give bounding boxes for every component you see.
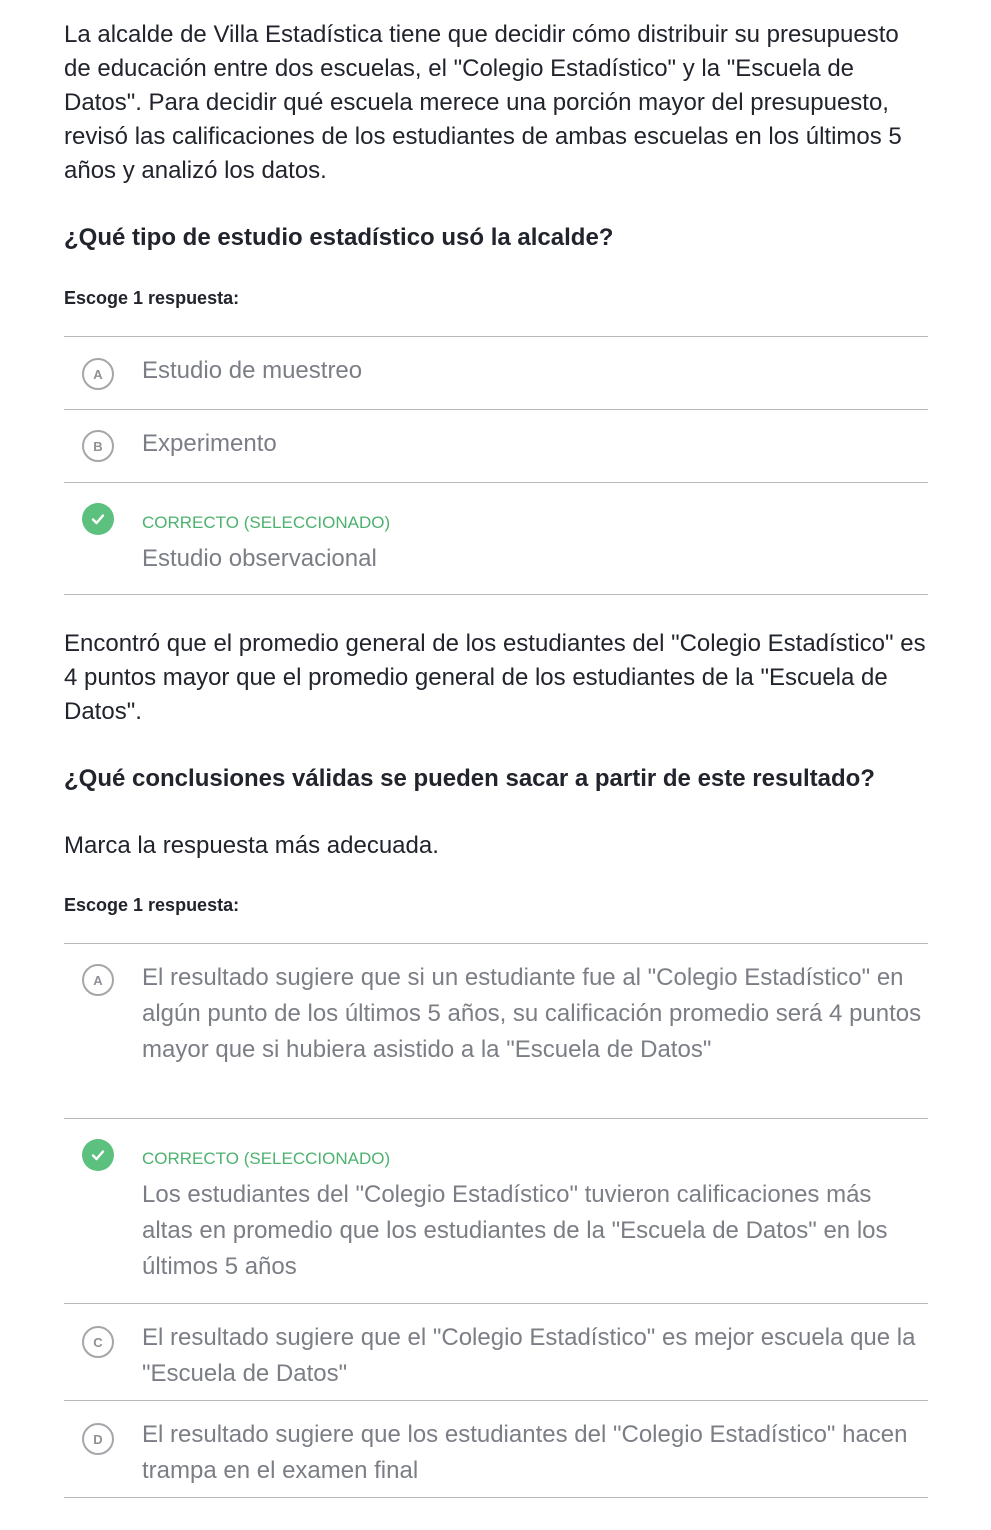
choice-letter-b-icon: B xyxy=(82,430,114,462)
q2-choice-d[interactable]: D El resultado sugiere que los estudiant… xyxy=(64,1401,928,1498)
q1-choice-b-text: Experimento xyxy=(142,430,277,457)
q2-choice-c[interactable]: C El resultado sugiere que el "Colegio E… xyxy=(64,1304,928,1401)
check-icon xyxy=(82,503,114,535)
choice-letter-a-icon: A xyxy=(82,358,114,390)
check-icon xyxy=(82,1139,114,1171)
result-paragraph: Encontró que el promedio general de los … xyxy=(64,630,926,725)
question-1-prompt: Escoge 1 respuesta: xyxy=(64,288,240,308)
exercise-content: La alcalde de Villa Estadística tiene qu… xyxy=(64,18,928,1498)
q2-choice-d-text: El resultado sugiere que los estudiantes… xyxy=(142,1421,908,1484)
q2-choice-a[interactable]: A El resultado sugiere que si un estudia… xyxy=(64,944,928,1119)
q1-choice-a[interactable]: A Estudio de muestreo xyxy=(64,337,928,410)
intro-paragraph: La alcalde de Villa Estadística tiene qu… xyxy=(64,21,902,184)
question-1-title: ¿Qué tipo de estudio estadístico usó la … xyxy=(64,224,614,251)
question-2-title: ¿Qué conclusiones válidas se pueden saca… xyxy=(64,765,875,792)
q2-choice-c-text: El resultado sugiere que el "Colegio Est… xyxy=(142,1324,916,1387)
question-2-instruction: Marca la respuesta más adecuada. xyxy=(64,832,439,859)
q1-choice-c[interactable]: CORRECTO (SELECCIONADO) Estudio observac… xyxy=(64,483,928,595)
q1-choice-a-text: Estudio de muestreo xyxy=(142,357,363,384)
question-2-choices: A El resultado sugiere que si un estudia… xyxy=(64,943,928,1498)
q1-correct-status: CORRECTO (SELECCIONADO) xyxy=(142,513,391,532)
question-1-choices: A Estudio de muestreo B Experimento CORR… xyxy=(64,336,928,595)
q1-choice-c-text: Estudio observacional xyxy=(142,545,377,572)
q2-correct-status: CORRECTO (SELECCIONADO) xyxy=(142,1149,391,1168)
choice-letter-d-icon: D xyxy=(82,1423,114,1455)
choice-letter-a-icon: A xyxy=(82,964,114,996)
q2-choice-a-text: El resultado sugiere que si un estudiant… xyxy=(142,964,922,1063)
q2-choice-b[interactable]: CORRECTO (SELECCIONADO) Los estudiantes … xyxy=(64,1119,928,1304)
q1-choice-b[interactable]: B Experimento xyxy=(64,410,928,483)
question-2-prompt: Escoge 1 respuesta: xyxy=(64,895,240,915)
q2-choice-b-text: Los estudiantes del "Colegio Estadístico… xyxy=(142,1181,888,1280)
choice-letter-c-icon: C xyxy=(82,1326,114,1358)
